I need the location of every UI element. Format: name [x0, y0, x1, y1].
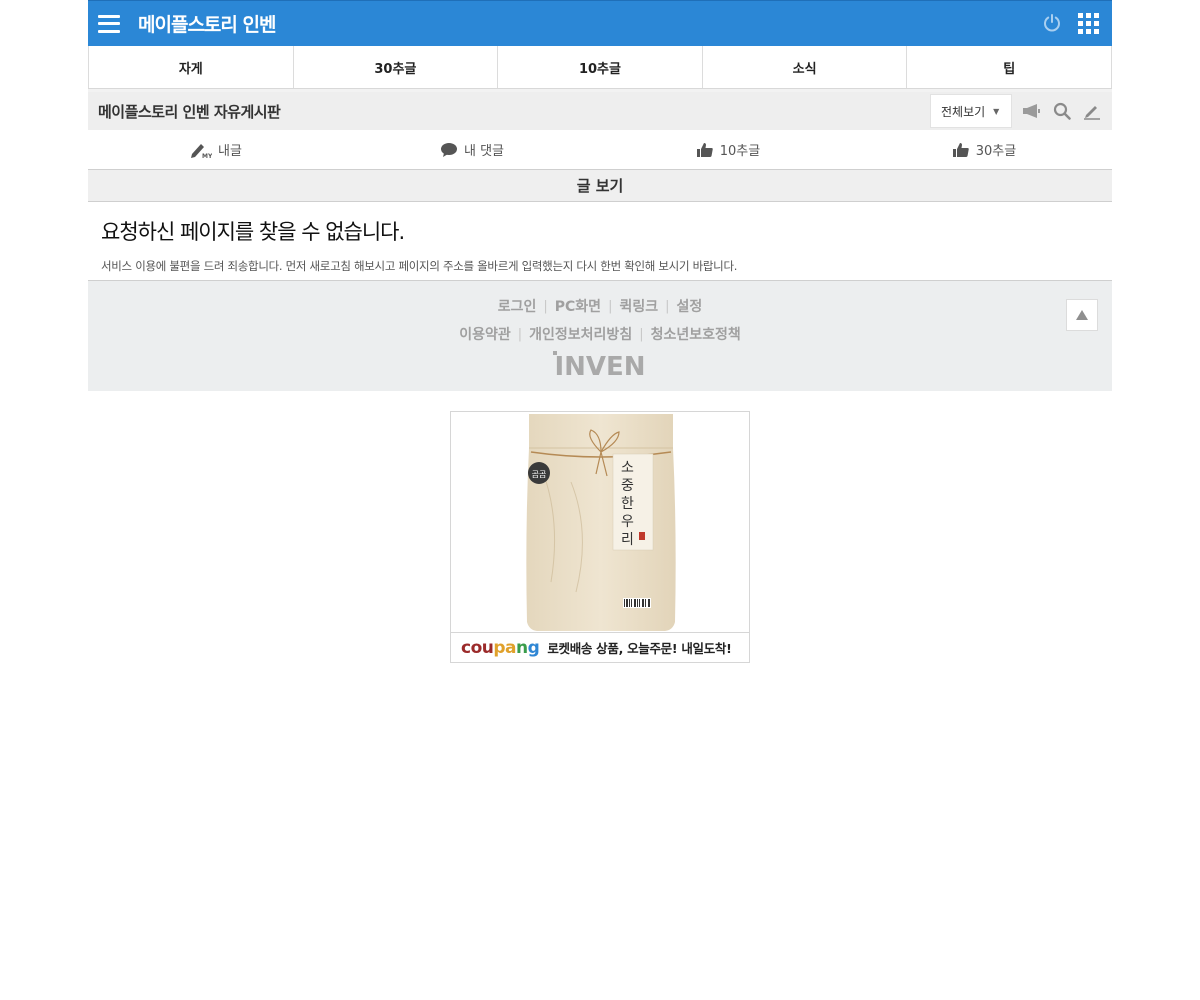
coupang-logo: coupang [461, 637, 540, 658]
category-tabs: 자게 30추글 10추글 소식 팁 [88, 46, 1112, 89]
my-posts-label: 내글 [218, 144, 242, 159]
divider: | [543, 298, 548, 314]
logo-dot [553, 351, 557, 355]
ad-caption: coupang 로켓배송 상품, 오늘주문! 내일도착! [451, 632, 749, 662]
section-title: 글 보기 [88, 170, 1112, 202]
terms-link[interactable]: 이용약관 [459, 324, 511, 344]
error-description: 서비스 이용에 불편을 드려 죄송합니다. 먼저 새로고침 해보시고 페이지의 … [101, 259, 738, 273]
ad-badge-text: 곰곰 [532, 470, 547, 479]
inven-logo-text: INVEN [554, 352, 646, 382]
board-tools: 전체보기 ▼ [930, 94, 1102, 128]
arrow-up-icon [1076, 310, 1088, 320]
thumbs-up-icon [696, 142, 713, 157]
tab-free-board[interactable]: 자게 [88, 46, 293, 88]
divider: | [608, 298, 613, 314]
comment-icon [440, 142, 457, 157]
ten-recommended-link[interactable]: 10추글 [600, 130, 856, 169]
error-message-box: 요청하신 페이지를 찾을 수 없습니다. 서비스 이용에 불편을 드려 죄송합니… [88, 202, 1112, 281]
coupang-logo-letter: a [505, 637, 517, 658]
quicklink-link[interactable]: 퀵링크 [619, 296, 658, 316]
divider: | [665, 298, 670, 314]
page: 메이플스토리 인벤 자게 30추글 10추글 소식 팁 메이플스토리 인벤 자유… [88, 0, 1112, 391]
pc-view-link[interactable]: PC화면 [555, 296, 601, 316]
view-filter-select[interactable]: 전체보기 ▼ [930, 94, 1012, 128]
coupang-logo-letter: g [527, 637, 540, 658]
coupang-ad[interactable]: 곰곰 소 중 한 우 리 coupang 로켓배송 상품, 오늘주문! 내일도착… [450, 411, 750, 663]
divider: | [517, 326, 523, 342]
my-comments-label: 내 댓글 [463, 144, 504, 159]
footer-links-primary: 로그인 | PC화면 | 퀵링크 | 설정 [88, 281, 1112, 316]
write-icon[interactable] [1082, 101, 1102, 121]
youth-protection-link[interactable]: 청소년보호정책 [651, 324, 741, 344]
privacy-policy-link[interactable]: 개인정보처리방침 [529, 324, 632, 344]
footer: 로그인 | PC화면 | 퀵링크 | 설정 이용약관 | 개인정보처리방침 | … [88, 281, 1112, 391]
pencil-my-icon: MY [191, 143, 212, 159]
my-activity-bar: MY 내글 내 댓글 10추글 30추글 [88, 130, 1112, 170]
coupang-logo-letter: o [470, 637, 483, 658]
app-grid-icon[interactable] [1078, 13, 1100, 34]
svg-text:MY: MY [202, 153, 212, 159]
login-link[interactable]: 로그인 [498, 296, 537, 316]
rice-bag-illustration: 곰곰 소 중 한 우 리 [526, 414, 676, 631]
ten-recommended-label: 10추글 [719, 144, 761, 159]
inven-logo[interactable]: INVEN [88, 351, 1112, 382]
my-comments-link[interactable]: 내 댓글 [344, 130, 600, 169]
board-bar: 메이플스토리 인벤 자유게시판 전체보기 ▼ [88, 89, 1112, 130]
scroll-top-button[interactable] [1066, 299, 1098, 331]
tab-30-recommended[interactable]: 30추글 [292, 46, 498, 88]
rice-product-image: 곰곰 소 중 한 우 리 [451, 412, 749, 632]
thirty-recommended-label: 30추글 [975, 144, 1017, 159]
tab-news[interactable]: 소식 [701, 46, 907, 88]
ad-tagline: 로켓배송 상품, 오늘주문! 내일도착! [547, 641, 732, 656]
header-actions [1042, 13, 1100, 34]
divider: | [639, 326, 644, 342]
top-header: 메이플스토리 인벤 [88, 0, 1112, 46]
footer-links-policy: 이용약관 | 개인정보처리방침 | 청소년보호정책 [88, 316, 1112, 344]
power-icon[interactable] [1042, 13, 1062, 33]
view-filter-label: 전체보기 [941, 104, 986, 119]
search-icon[interactable] [1052, 101, 1072, 121]
tab-tips[interactable]: 팁 [906, 46, 1112, 88]
coupang-logo-letter: n [516, 637, 528, 658]
coupang-logo-letter: u [481, 637, 494, 658]
menu-icon[interactable] [98, 14, 120, 33]
tab-10-recommended[interactable]: 10추글 [497, 46, 702, 88]
my-posts-link[interactable]: MY 내글 [88, 130, 344, 169]
board-title: 메이플스토리 인벤 자유게시판 [98, 102, 281, 121]
caret-down-icon: ▼ [993, 106, 1000, 116]
coupang-logo-letter: p [493, 637, 506, 658]
site-title[interactable]: 메이플스토리 인벤 [138, 10, 276, 37]
error-title: 요청하신 페이지를 찾을 수 없습니다. [101, 220, 405, 244]
thumbs-up-icon [952, 142, 969, 157]
megaphone-icon[interactable] [1022, 101, 1042, 121]
coupang-logo-letter: c [461, 637, 471, 658]
thirty-recommended-link[interactable]: 30추글 [856, 130, 1112, 169]
settings-link[interactable]: 설정 [676, 296, 702, 316]
